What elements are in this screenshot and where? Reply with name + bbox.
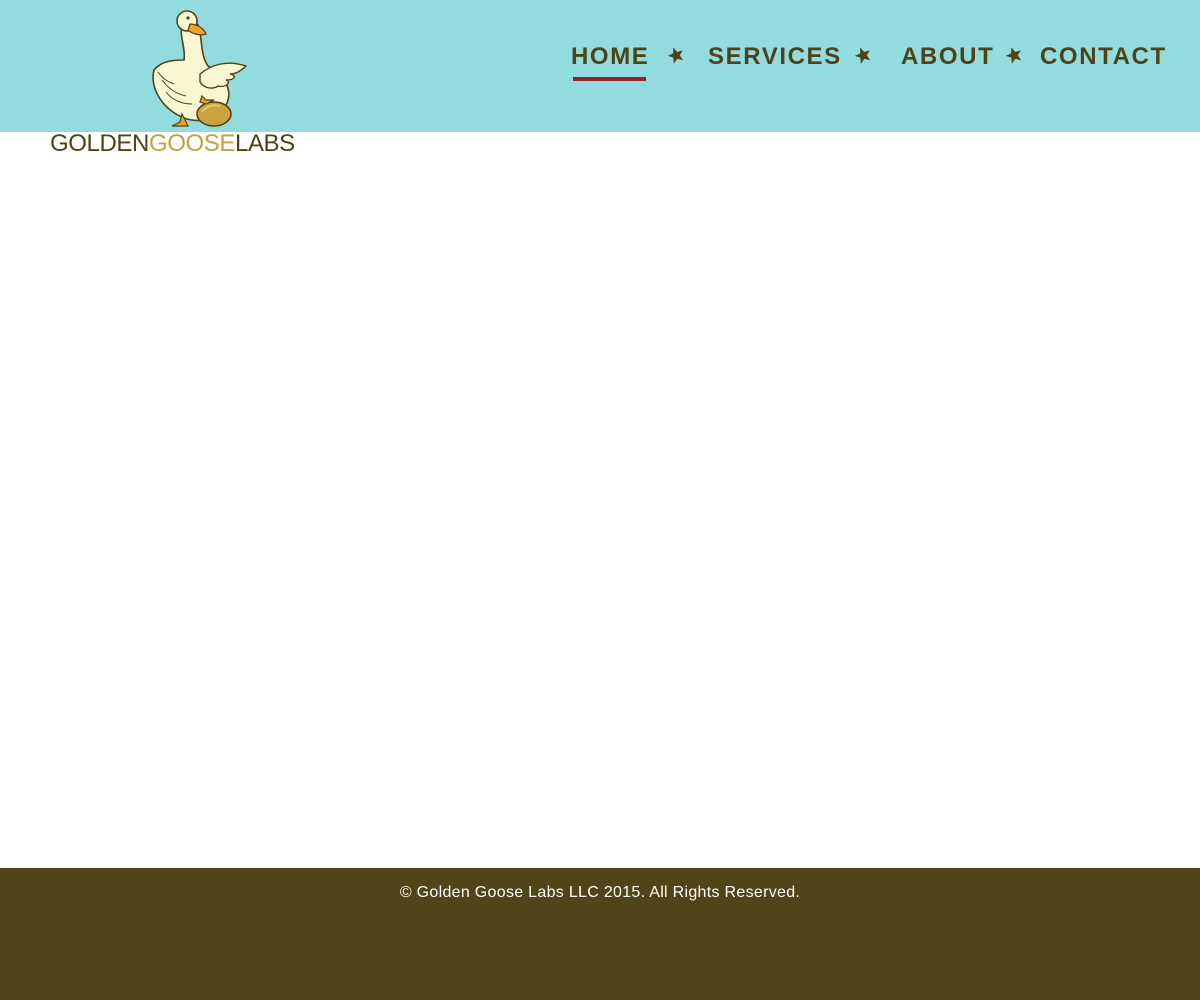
site-header: GOLDENGOOSELABS HOME SERVICES ABOUT CONT…	[0, 0, 1200, 157]
copyright-text: © Golden Goose Labs LLC 2015. All Rights…	[399, 884, 801, 901]
goose-mascot-icon	[152, 10, 248, 127]
star-icon	[854, 47, 871, 64]
nav-item-contact[interactable]: CONTACT	[1040, 42, 1167, 72]
star-icon	[1005, 47, 1022, 64]
active-nav-underline	[573, 77, 646, 81]
logo-word-goose: GOOSE	[148, 130, 235, 157]
site-footer: © Golden Goose Labs LLC 2015. All Rights…	[0, 868, 1200, 1000]
nav-item-about[interactable]: ABOUT	[901, 42, 994, 72]
star-icon	[667, 47, 684, 64]
site-logo[interactable]: GOLDENGOOSELABS	[50, 8, 306, 160]
logo-wordmark: GOLDENGOOSELABS	[50, 130, 295, 158]
logo-word-labs: LABS	[235, 130, 295, 157]
main-content	[0, 132, 1200, 868]
nav-item-home[interactable]: HOME	[571, 42, 649, 72]
nav-item-services[interactable]: SERVICES	[708, 42, 842, 72]
logo-word-golden: GOLDEN	[50, 130, 149, 157]
